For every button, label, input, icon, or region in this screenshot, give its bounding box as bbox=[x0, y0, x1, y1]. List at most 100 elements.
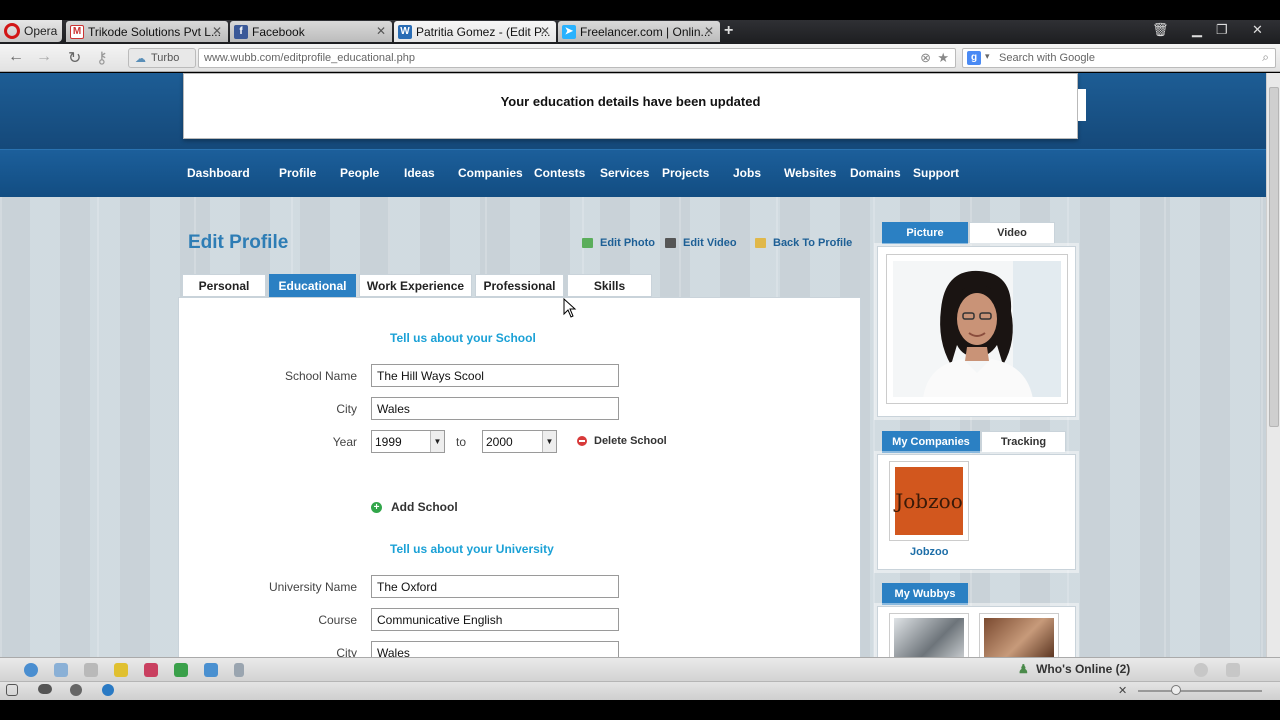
globe-icon[interactable] bbox=[24, 663, 38, 677]
search-placeholder: Search with Google bbox=[999, 52, 1095, 64]
university-name-input[interactable] bbox=[371, 575, 619, 598]
web-page: Dashboard Profile People Ideas Companies… bbox=[0, 73, 1266, 657]
menu-domains[interactable]: Domains bbox=[850, 166, 901, 180]
school-year-label: Year bbox=[332, 435, 357, 449]
year-from-select[interactable]: 1999 ▼ bbox=[371, 430, 445, 453]
upload-arrow-icon[interactable] bbox=[204, 663, 218, 677]
year-to-value: 2000 bbox=[486, 435, 513, 449]
wubby-thumbnail[interactable] bbox=[889, 613, 969, 657]
facebook-icon: f bbox=[234, 24, 248, 39]
mail-icon[interactable] bbox=[144, 663, 158, 677]
school-name-label: School Name bbox=[284, 369, 357, 383]
search-icon[interactable]: ⌕ bbox=[1262, 50, 1269, 65]
chevron-down-icon: ▼ bbox=[542, 431, 556, 452]
browser-tab-gmail[interactable]: M Trikode Solutions Pvt L... ✕ bbox=[66, 21, 228, 42]
menu-jobs[interactable]: Jobs bbox=[733, 166, 761, 180]
tab-educational[interactable]: Educational bbox=[269, 274, 356, 297]
reload-icon[interactable]: ↻ bbox=[68, 48, 81, 68]
school-city-input[interactable] bbox=[371, 397, 619, 420]
url-field[interactable]: www.wubb.com/editprofile_educational.php… bbox=[198, 48, 956, 68]
browser-tab-wubb[interactable]: W Patritia Gomez - (Edit P... ✕ bbox=[394, 21, 556, 42]
tab-professional[interactable]: Professional bbox=[475, 274, 564, 297]
menu-profile[interactable]: Profile bbox=[279, 166, 316, 180]
window-close-icon[interactable]: ✕ bbox=[1252, 22, 1263, 38]
tab-work-experience[interactable]: Work Experience bbox=[359, 274, 472, 297]
notes-icon[interactable] bbox=[84, 663, 98, 677]
forward-arrow-icon[interactable]: → bbox=[36, 48, 52, 66]
opera-menu-button[interactable]: Opera bbox=[0, 20, 62, 42]
university-city-input[interactable] bbox=[371, 641, 619, 657]
menu-ideas[interactable]: Ideas bbox=[404, 166, 435, 180]
menu-contests[interactable]: Contests bbox=[534, 166, 585, 180]
share-icon[interactable] bbox=[174, 663, 188, 677]
turbo-icon: ☁ bbox=[135, 52, 146, 65]
edit-photo-link[interactable]: Edit Photo bbox=[582, 237, 655, 249]
tab-tracking[interactable]: Tracking bbox=[981, 431, 1066, 453]
gear-icon[interactable] bbox=[1194, 663, 1208, 677]
tab-title: Trikode Solutions Pvt L... bbox=[88, 24, 221, 39]
zoom-slider[interactable] bbox=[1138, 690, 1262, 692]
company-name-jobzoo[interactable]: Jobzoo bbox=[910, 546, 949, 558]
phone-icon[interactable] bbox=[234, 663, 244, 677]
school-name-input[interactable] bbox=[371, 364, 619, 387]
browser-tab-facebook[interactable]: f Facebook ✕ bbox=[230, 21, 392, 42]
menu-people[interactable]: People bbox=[340, 166, 379, 180]
close-icon[interactable]: ✕ bbox=[212, 24, 222, 38]
edit-video-link[interactable]: Edit Video bbox=[665, 237, 737, 249]
back-to-profile-link[interactable]: Back To Profile bbox=[755, 237, 852, 249]
turbo-status-icon[interactable] bbox=[102, 684, 114, 696]
menu-support[interactable]: Support bbox=[913, 166, 959, 180]
trash-icon[interactable]: 🗑 bbox=[1152, 22, 1169, 38]
bookmark-star-icon[interactable]: ★ bbox=[937, 50, 949, 66]
video-icon bbox=[665, 238, 676, 248]
back-arrow-icon[interactable]: ← bbox=[8, 48, 24, 66]
tab-personal[interactable]: Personal bbox=[182, 274, 266, 297]
year-to-label: to bbox=[455, 435, 466, 449]
menu-projects[interactable]: Projects bbox=[662, 166, 709, 180]
close-icon[interactable]: ✕ bbox=[540, 24, 550, 38]
gmail-icon: M bbox=[70, 24, 84, 39]
menu-websites[interactable]: Websites bbox=[784, 166, 836, 180]
cloud-icon[interactable] bbox=[38, 684, 52, 694]
browser-tab-freelancer[interactable]: ➤ Freelancer.com | Onlin... ✕ bbox=[558, 21, 720, 42]
zoom-out-icon[interactable]: ✕ bbox=[1118, 684, 1127, 697]
zoom-slider-handle[interactable] bbox=[1171, 685, 1181, 695]
restore-icon[interactable]: ❐ bbox=[1216, 22, 1228, 38]
turbo-button[interactable]: ☁ Turbo bbox=[128, 48, 196, 68]
tab-skills[interactable]: Skills bbox=[567, 274, 652, 297]
key-icon[interactable]: ⚷ bbox=[96, 48, 108, 68]
menu-services[interactable]: Services bbox=[600, 166, 649, 180]
chevron-down-icon[interactable]: ▾ bbox=[985, 51, 990, 62]
university-heading: Tell us about your University bbox=[390, 542, 554, 556]
delete-school-link[interactable]: Delete School bbox=[577, 435, 667, 447]
minimize-icon[interactable]: ▁ bbox=[1192, 22, 1202, 38]
vertical-scrollbar[interactable] bbox=[1266, 73, 1280, 657]
radiation-icon[interactable] bbox=[114, 663, 128, 677]
page-title: Edit Profile bbox=[188, 232, 289, 253]
menu-companies[interactable]: Companies bbox=[458, 166, 523, 180]
scrollbar-thumb[interactable] bbox=[1269, 87, 1279, 427]
speed-dial-icon[interactable] bbox=[54, 663, 68, 677]
whos-online[interactable]: ♟ Who's Online (2) bbox=[1018, 662, 1130, 676]
year-to-select[interactable]: 2000 ▼ bbox=[482, 430, 557, 453]
search-field[interactable]: g ▾ Search with Google ⌕ bbox=[962, 48, 1276, 68]
menu-dashboard[interactable]: Dashboard bbox=[187, 166, 250, 180]
back-to-profile-label: Back To Profile bbox=[773, 237, 853, 249]
tab-my-wubbys[interactable]: My Wubbys bbox=[882, 583, 968, 605]
course-input[interactable] bbox=[371, 608, 619, 631]
stop-icon[interactable]: ⊗ bbox=[920, 50, 931, 66]
users-icon: ♟ bbox=[1018, 662, 1029, 676]
tab-picture[interactable]: Picture bbox=[882, 222, 968, 244]
panel-toggle-icon[interactable] bbox=[6, 684, 18, 696]
add-school-link[interactable]: + Add School bbox=[371, 500, 458, 514]
close-icon[interactable]: ✕ bbox=[704, 24, 714, 38]
chevron-down-icon[interactable] bbox=[1226, 663, 1240, 677]
url-text: www.wubb.com/editprofile_educational.php bbox=[204, 52, 415, 64]
network-icon[interactable] bbox=[70, 684, 82, 696]
jobzoo-logo[interactable]: Jobzoo bbox=[889, 461, 969, 541]
tab-my-companies[interactable]: My Companies bbox=[882, 431, 980, 453]
wubby-thumbnail[interactable] bbox=[979, 613, 1059, 657]
close-icon[interactable]: ✕ bbox=[376, 24, 386, 38]
tab-video[interactable]: Video bbox=[969, 222, 1055, 244]
new-tab-plus-icon[interactable]: + bbox=[724, 22, 733, 40]
